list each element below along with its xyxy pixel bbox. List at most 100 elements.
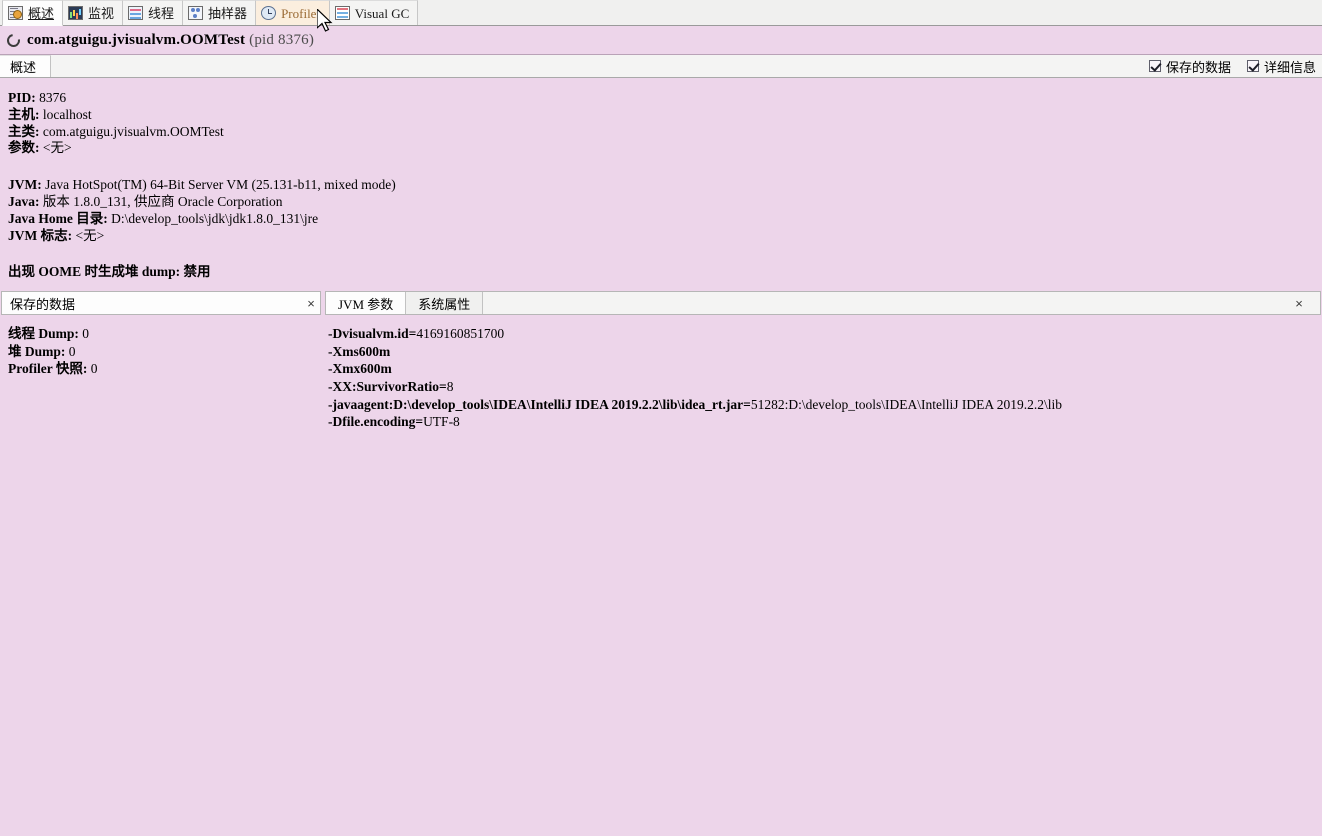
section-options: 保存的数据 详细信息 bbox=[1149, 55, 1322, 77]
jvm-arg-key: -XX:SurvivorRatio= bbox=[328, 379, 447, 394]
checkbox-details[interactable]: 详细信息 bbox=[1247, 57, 1316, 76]
visualgc-icon bbox=[335, 6, 350, 20]
tab-monitor-label: 监视 bbox=[88, 7, 114, 20]
info-line-jvm-flags: JVM 标志: <无> bbox=[8, 228, 1322, 245]
application-header: com.atguigu.jvisualvm.OOMTest (pid 8376) bbox=[0, 26, 1322, 55]
info-key-host: 主机: bbox=[8, 107, 40, 122]
process-info-group: PID: 8376 主机: localhost 主类: com.atguigu.… bbox=[8, 90, 1322, 157]
sampler-icon bbox=[188, 6, 203, 20]
page-title: com.atguigu.jvisualvm.OOMTest (pid 8376) bbox=[27, 32, 314, 49]
saved-data-list: 线程 Dump: 0 堆 Dump: 0 Profiler 快照: 0 bbox=[0, 315, 320, 378]
tab-threads[interactable]: 线程 bbox=[122, 0, 183, 25]
refresh-spinner-icon bbox=[4, 31, 22, 49]
info-key-main-class: 主类: bbox=[8, 124, 40, 139]
saved-data-panel-title: 保存的数据 bbox=[2, 294, 302, 313]
info-key-java: Java: bbox=[8, 194, 40, 209]
tab-monitor[interactable]: 监视 bbox=[62, 0, 123, 25]
tab-jvm-arguments[interactable]: JVM 参数 bbox=[326, 292, 406, 314]
saved-data-row-profiler-snapshot: Profiler 快照: 0 bbox=[8, 360, 320, 378]
close-icon[interactable]: × bbox=[1290, 296, 1308, 311]
jvm-args-header-spacer bbox=[483, 292, 1278, 314]
jvm-arg-value: 4169160851700 bbox=[416, 326, 504, 341]
saved-data-row-thread-dump: 线程 Dump: 0 bbox=[8, 325, 320, 343]
overview-content: PID: 8376 主机: localhost 主类: com.atguigu.… bbox=[0, 78, 1322, 281]
checkbox-details-box[interactable] bbox=[1247, 60, 1259, 72]
saved-data-key-profiler-snapshot: Profiler 快照: bbox=[8, 361, 87, 376]
info-line-java: Java: 版本 1.8.0_131, 供应商 Oracle Corporati… bbox=[8, 194, 1322, 211]
saved-data-key-heap-dump: 堆 Dump: bbox=[8, 344, 65, 359]
jvm-arg-value: 51282:D:\develop_tools\IDEA\IntelliJ IDE… bbox=[751, 397, 1062, 412]
info-line-pid: PID: 8376 bbox=[8, 90, 1322, 107]
info-key-pid: PID: bbox=[8, 90, 36, 105]
info-line-main-class: 主类: com.atguigu.jvisualvm.OOMTest bbox=[8, 124, 1322, 141]
info-key-java-home: Java Home 目录: bbox=[8, 211, 108, 226]
bottom-panel-headers: 保存的数据 × JVM 参数 系统属性 × bbox=[0, 291, 1322, 315]
tab-sampler[interactable]: 抽样器 bbox=[182, 0, 256, 25]
jvm-arg-key: -javaagent:D:\develop_tools\IDEA\Intelli… bbox=[328, 397, 751, 412]
jvm-info-group: JVM: Java HotSpot(TM) 64-Bit Server VM (… bbox=[8, 177, 1322, 244]
checkbox-saved-data-box[interactable] bbox=[1149, 60, 1161, 72]
info-line-host: 主机: localhost bbox=[8, 107, 1322, 124]
jvm-arg-file-encoding: -Dfile.encoding=UTF-8 bbox=[328, 413, 1322, 431]
tab-overview-label: 概述 bbox=[28, 7, 54, 20]
info-value-pid: 8376 bbox=[39, 90, 66, 105]
page-title-text: com.atguigu.jvisualvm.OOMTest bbox=[27, 32, 245, 48]
info-value-main-class: com.atguigu.jvisualvm.OOMTest bbox=[43, 124, 224, 139]
info-value-java: 版本 1.8.0_131, 供应商 Oracle Corporation bbox=[43, 194, 283, 209]
main-tab-strip: 概述 监视 线程 抽样器 Profiler Visual GC bbox=[0, 0, 1322, 26]
close-icon[interactable]: × bbox=[302, 296, 320, 311]
checkbox-saved-data[interactable]: 保存的数据 bbox=[1149, 57, 1231, 76]
saved-data-value-thread-dump: 0 bbox=[82, 326, 89, 341]
info-value-arguments: <无> bbox=[43, 140, 72, 155]
page-title-pid: (pid 8376) bbox=[249, 32, 314, 48]
jvm-args-panel-header: JVM 参数 系统属性 × bbox=[325, 291, 1321, 315]
tab-sampler-label: 抽样器 bbox=[208, 7, 247, 20]
info-key-jvm: JVM: bbox=[8, 177, 42, 192]
bottom-panel-bodies: 线程 Dump: 0 堆 Dump: 0 Profiler 快照: 0 -Dvi… bbox=[0, 315, 1322, 431]
info-line-jvm: JVM: Java HotSpot(TM) 64-Bit Server VM (… bbox=[8, 177, 1322, 194]
saved-data-row-heap-dump: 堆 Dump: 0 bbox=[8, 343, 320, 361]
saved-data-panel-header: 保存的数据 × bbox=[1, 291, 321, 315]
jvm-arg-visualvm-id: -Dvisualvm.id=4169160851700 bbox=[328, 325, 1322, 343]
info-key-jvm-flags: JVM 标志: bbox=[8, 228, 72, 243]
tab-system-properties-label: 系统属性 bbox=[418, 294, 470, 313]
clock-icon bbox=[261, 6, 276, 20]
info-line-arguments: 参数: <无> bbox=[8, 140, 1322, 157]
jvm-arg-key: -Xmx600m bbox=[328, 361, 392, 376]
overview-icon bbox=[8, 6, 23, 20]
info-value-jvm-flags: <无> bbox=[76, 228, 105, 243]
jvm-arg-key: -Dfile.encoding= bbox=[328, 414, 423, 429]
info-value-jvm: Java HotSpot(TM) 64-Bit Server VM (25.13… bbox=[45, 177, 396, 192]
jvm-arguments-list: -Dvisualvm.id=4169160851700 -Xms600m -Xm… bbox=[320, 315, 1322, 431]
tab-jvm-arguments-label: JVM 参数 bbox=[338, 294, 393, 313]
jvm-arg-survivor-ratio: -XX:SurvivorRatio=8 bbox=[328, 378, 1322, 396]
section-tab-bar: 概述 保存的数据 详细信息 bbox=[0, 55, 1322, 78]
checkbox-details-label: 详细信息 bbox=[1264, 57, 1316, 76]
jvm-arg-value: UTF-8 bbox=[423, 414, 460, 429]
info-value-java-home: D:\develop_tools\jdk\jdk1.8.0_131\jre bbox=[111, 211, 318, 226]
oome-heap-dump-line: 出现 OOME 时生成堆 dump: 禁用 bbox=[8, 264, 1322, 281]
tab-visual-gc[interactable]: Visual GC bbox=[329, 0, 418, 25]
jvm-arg-xmx: -Xmx600m bbox=[328, 360, 1322, 378]
tab-profiler-label: Profiler bbox=[281, 7, 321, 20]
info-value-host: localhost bbox=[43, 107, 92, 122]
info-key-arguments: 参数: bbox=[8, 140, 40, 155]
saved-data-value-heap-dump: 0 bbox=[69, 344, 76, 359]
tab-visual-gc-label: Visual GC bbox=[355, 7, 409, 20]
tab-system-properties[interactable]: 系统属性 bbox=[406, 292, 483, 314]
saved-data-value-profiler-snapshot: 0 bbox=[91, 361, 98, 376]
tab-overview[interactable]: 概述 bbox=[2, 0, 63, 26]
section-bar-spacer bbox=[51, 55, 1149, 77]
info-line-java-home: Java Home 目录: D:\develop_tools\jdk\jdk1.… bbox=[8, 211, 1322, 228]
jvm-arg-xms: -Xms600m bbox=[328, 343, 1322, 361]
jvm-args-close-button[interactable]: × bbox=[1278, 292, 1320, 314]
monitor-chart-icon bbox=[68, 6, 83, 20]
saved-data-key-thread-dump: 线程 Dump: bbox=[8, 326, 79, 341]
tab-profiler[interactable]: Profiler bbox=[255, 0, 330, 25]
jvm-arg-javaagent: -javaagent:D:\develop_tools\IDEA\Intelli… bbox=[328, 396, 1322, 414]
section-tab-overview-label: 概述 bbox=[10, 57, 36, 76]
jvm-arg-key: -Dvisualvm.id= bbox=[328, 326, 416, 341]
section-tab-overview[interactable]: 概述 bbox=[0, 55, 51, 77]
jvm-arg-value: 8 bbox=[447, 379, 454, 394]
checkbox-saved-data-label: 保存的数据 bbox=[1166, 57, 1231, 76]
